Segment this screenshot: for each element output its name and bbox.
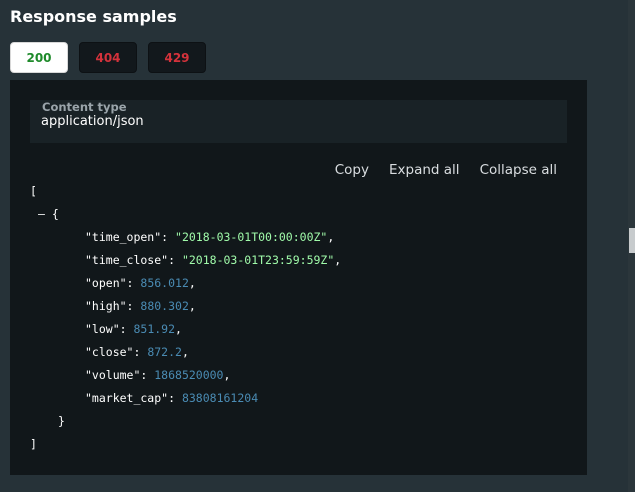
json-key: "low" — [85, 322, 120, 336]
json-key: "time_open" — [85, 230, 162, 244]
json-key: "volume" — [85, 368, 141, 382]
scrollbar-thumb[interactable] — [629, 228, 635, 253]
json-key: "market_cap" — [85, 391, 169, 405]
copy-button[interactable]: Copy — [335, 162, 369, 178]
json-field: "time_close": "2018-03-01T23:59:59Z", — [85, 253, 342, 267]
code-actions: Copy Expand all Collapse all — [335, 162, 557, 178]
expand-all-button[interactable]: Expand all — [389, 162, 460, 178]
json-value: "2018-03-01T00:00:00Z" — [175, 230, 328, 244]
json-value: 856.012 — [140, 276, 189, 290]
json-value: "2018-03-01T23:59:59Z" — [181, 253, 335, 267]
open-brace: { — [51, 207, 59, 221]
section-title: Response samples — [10, 7, 177, 26]
collapse-toggle[interactable]: – — [38, 207, 45, 221]
json-value: 872.2 — [147, 345, 182, 359]
json-key: "close" — [85, 345, 134, 359]
response-panel: Content type application/json Copy Expan… — [10, 80, 587, 475]
tab-404[interactable]: 404 — [79, 42, 137, 73]
json-field: "volume": 1868520000, — [85, 368, 231, 382]
content-type-value: application/json — [41, 114, 144, 129]
json-value: 851.92 — [133, 322, 176, 336]
json-value: 880.302 — [140, 299, 189, 313]
open-bracket: [ — [30, 184, 37, 198]
json-field: "high": 880.302, — [85, 299, 196, 313]
collapse-all-button[interactable]: Collapse all — [480, 162, 557, 178]
json-key: "time_close" — [85, 253, 169, 267]
content-type-box: Content type application/json — [30, 100, 567, 143]
json-field: "time_open": "2018-03-01T00:00:00Z", — [85, 230, 335, 244]
json-field: "market_cap": 83808161204 — [85, 391, 259, 405]
json-key: "high" — [85, 299, 127, 313]
json-object-start: – { — [38, 203, 59, 226]
json-field: "close": 872.2, — [85, 345, 189, 359]
content-type-label: Content type — [42, 100, 127, 114]
tab-429[interactable]: 429 — [148, 42, 206, 73]
close-brace: } — [58, 414, 65, 428]
json-key: "open" — [85, 276, 127, 290]
json-field: "low": 851.92, — [85, 322, 182, 336]
json-value: 1868520000 — [154, 368, 224, 382]
response-tabs: 200 404 429 — [10, 42, 206, 73]
tab-200[interactable]: 200 — [10, 42, 68, 73]
json-field: "open": 856.012, — [85, 276, 196, 290]
json-value: 83808161204 — [181, 391, 259, 405]
close-bracket: ] — [30, 437, 37, 451]
